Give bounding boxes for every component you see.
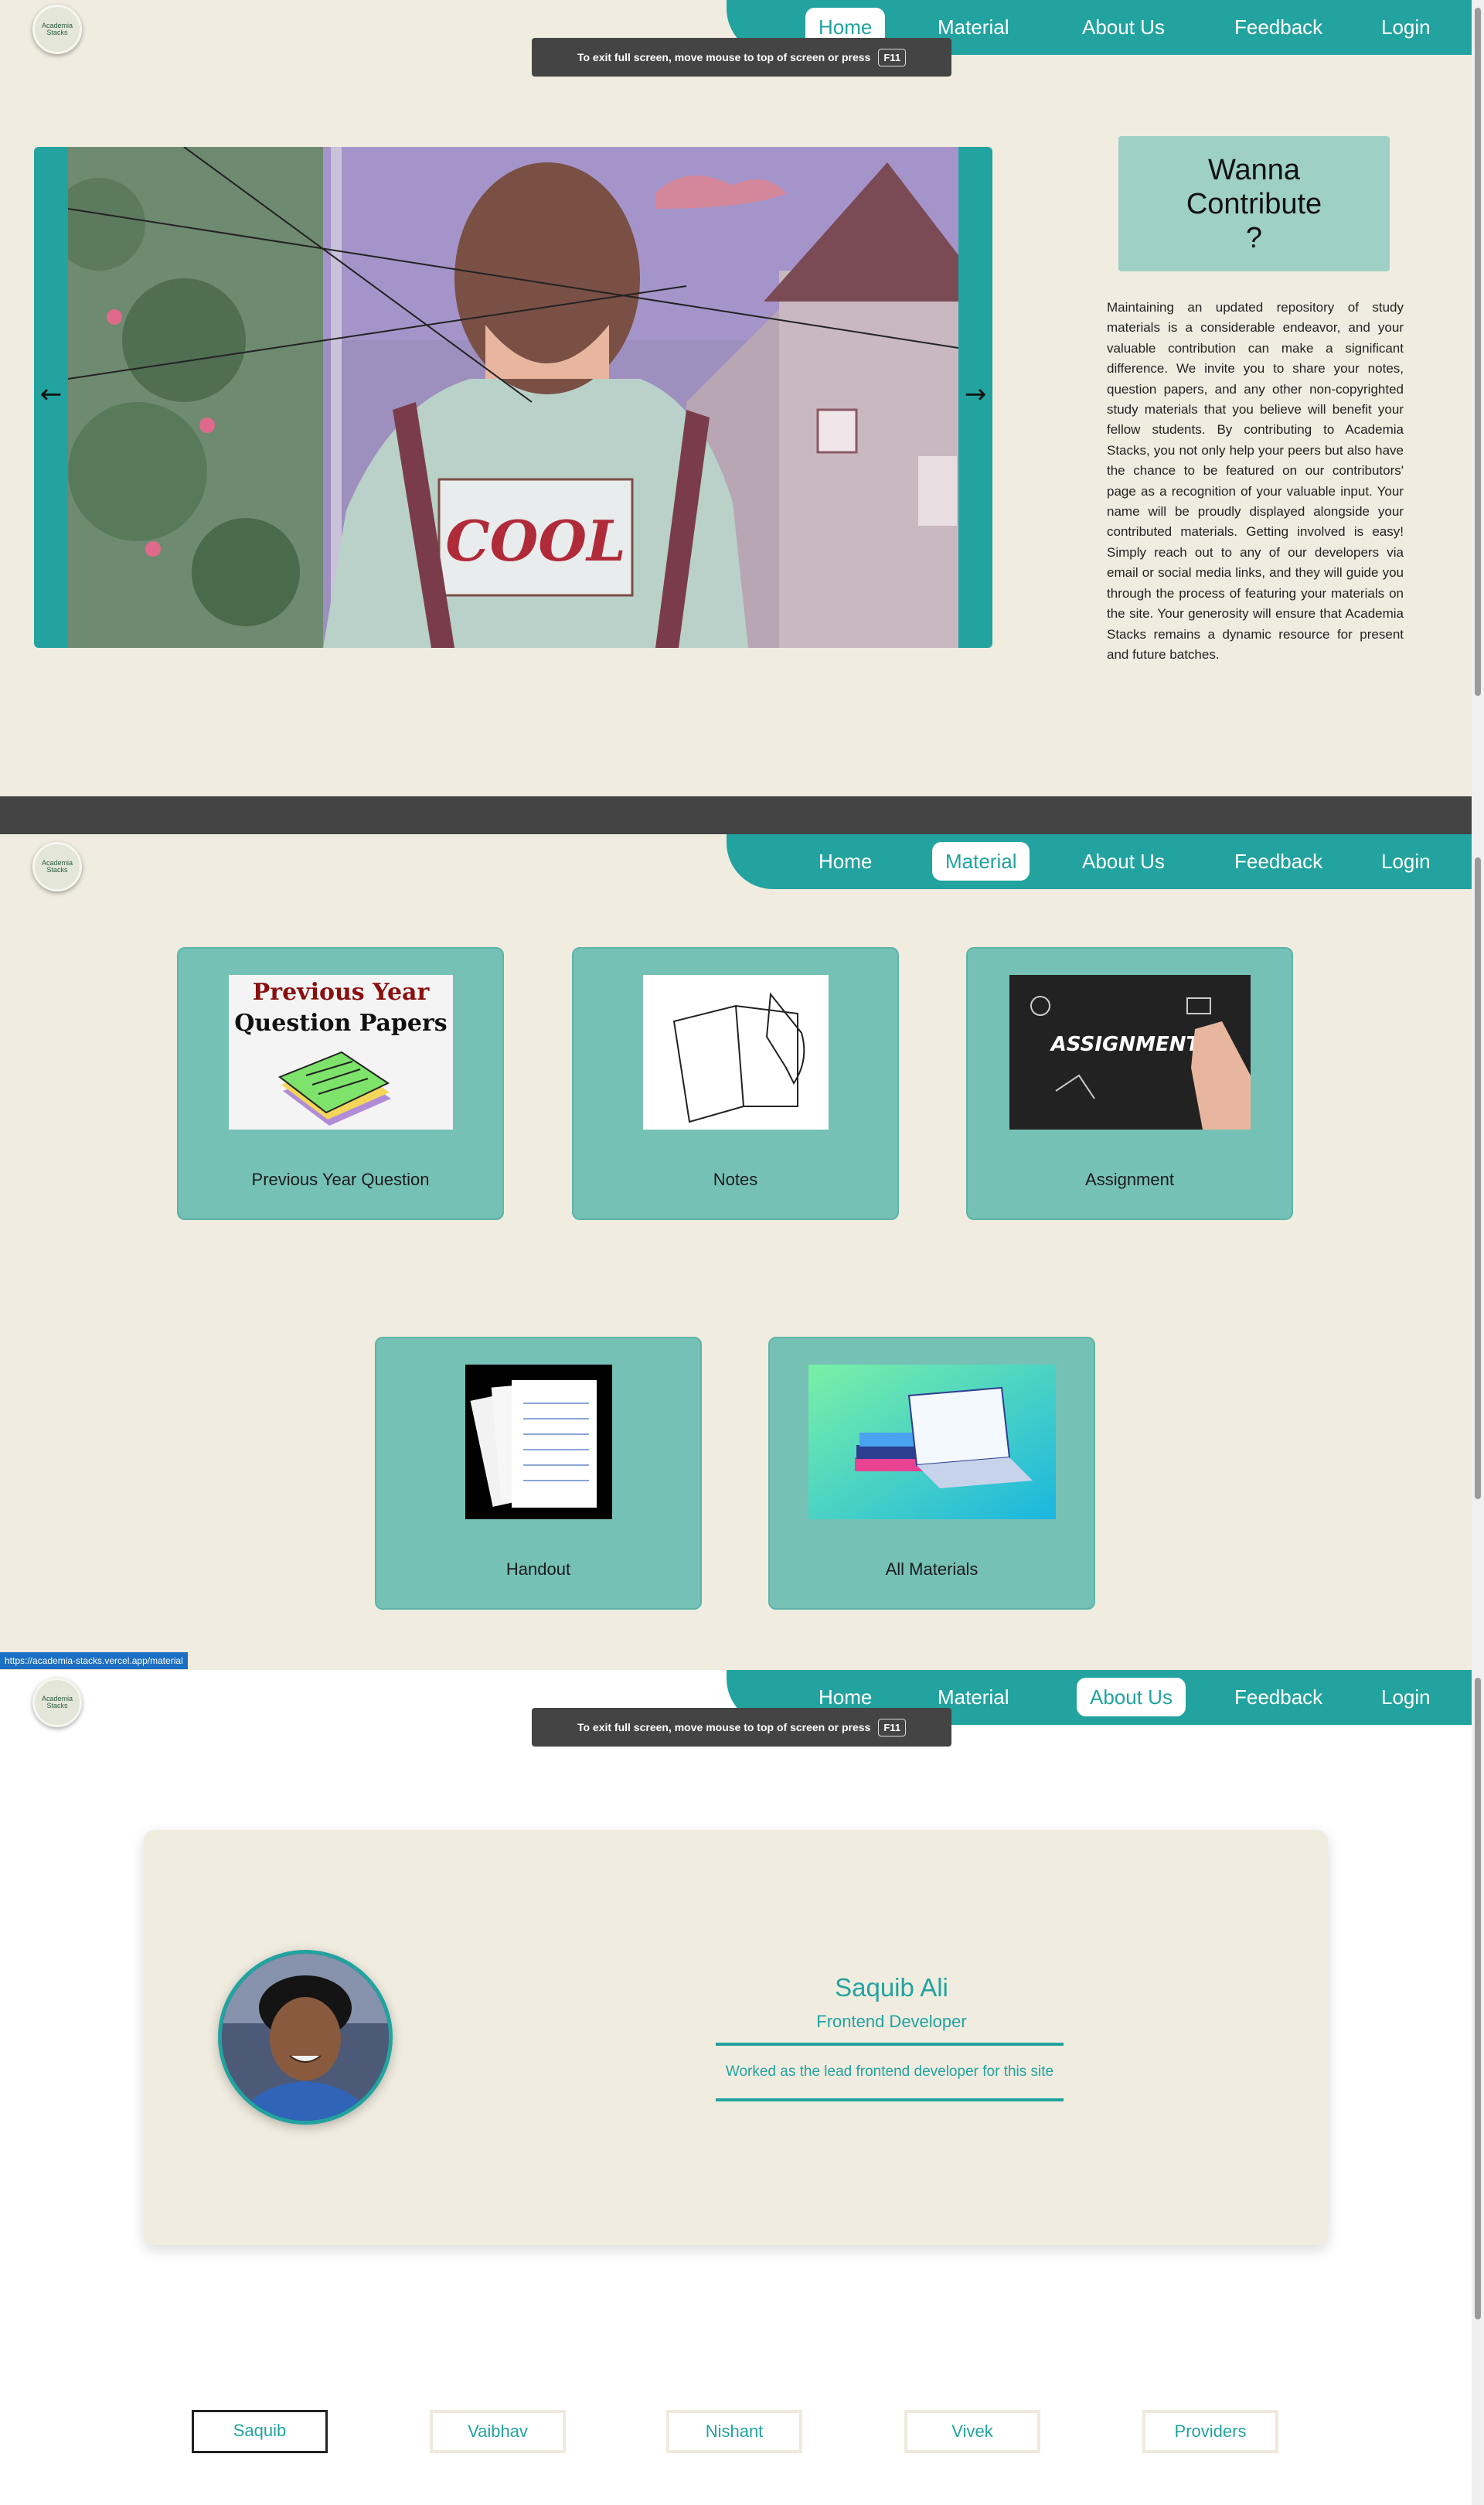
- member-avatar: [218, 1950, 393, 2125]
- contribute-description: Maintaining an updated repository of stu…: [1107, 300, 1404, 662]
- card-label: Assignment: [1085, 1170, 1174, 1189]
- material-screen: Academia Stacks Home Material About Us F…: [0, 834, 1472, 1670]
- all-materials-thumbnail: [808, 1365, 1056, 1519]
- carousel-slide-image: COOL: [68, 147, 958, 648]
- nav-feedback[interactable]: Feedback: [1221, 8, 1336, 46]
- assignment-thumbnail: ASSIGNMENT: [1009, 975, 1251, 1130]
- card-label: Notes: [713, 1170, 758, 1189]
- fullscreen-notice: To exit full screen, move mouse to top o…: [532, 1708, 951, 1747]
- contribute-heading-box: Wanna Contribute ?: [1118, 136, 1390, 271]
- team-member-card: Saquib Ali Frontend Developer Worked as …: [144, 1830, 1328, 2245]
- site-logo[interactable]: Academia Stacks: [32, 5, 82, 54]
- team-tab-saquib[interactable]: Saquib: [192, 2410, 328, 2453]
- site-logo[interactable]: Academia Stacks: [32, 842, 82, 891]
- nav-about-us[interactable]: About Us: [1077, 1678, 1186, 1716]
- pyq-thumb-line2: Question Papers: [234, 1010, 447, 1037]
- navbar: Home Material About Us Feedback Login: [727, 834, 1472, 889]
- carousel-prev-arrow-icon[interactable]: ←: [36, 379, 66, 410]
- scrollbar-about[interactable]: [1472, 1670, 1484, 2505]
- nav-about-us[interactable]: About Us: [1069, 8, 1178, 46]
- nav-material[interactable]: Material: [932, 842, 1030, 881]
- nav-feedback[interactable]: Feedback: [1221, 1678, 1336, 1716]
- material-card-all[interactable]: All Materials: [768, 1337, 1095, 1610]
- material-card-pyq[interactable]: Previous Year Question Papers Previous Y…: [177, 947, 504, 1220]
- f11-key: F11: [878, 48, 907, 66]
- card-label: Previous Year Question: [251, 1170, 430, 1189]
- card-label: All Materials: [885, 1559, 979, 1579]
- team-tab-vivek[interactable]: Vivek: [904, 2410, 1040, 2453]
- scroll-thumb[interactable]: [1475, 8, 1481, 696]
- pyq-thumbnail: Previous Year Question Papers: [228, 975, 453, 1130]
- nav-about-us[interactable]: About Us: [1069, 842, 1178, 881]
- nav-login[interactable]: Login: [1368, 1678, 1444, 1716]
- nav-home[interactable]: Home: [805, 842, 885, 881]
- site-logo[interactable]: Academia Stacks: [32, 1678, 82, 1727]
- screenshot-separator: [0, 796, 1472, 834]
- pyq-thumb-line1: Previous Year: [252, 979, 430, 1006]
- nav-login[interactable]: Login: [1368, 8, 1444, 46]
- slide-sign-text: COOL: [445, 508, 625, 574]
- nav-feedback[interactable]: Feedback: [1221, 842, 1336, 881]
- member-description: Worked as the lead frontend developer fo…: [716, 2043, 1064, 2101]
- about-screen: Academia Stacks Home Material About Us F…: [0, 1670, 1472, 2505]
- handout-thumbnail: [465, 1365, 612, 1519]
- nav-login[interactable]: Login: [1368, 842, 1444, 881]
- scroll-thumb[interactable]: [1475, 1678, 1481, 2319]
- member-role: Frontend Developer: [816, 2012, 967, 2031]
- team-tab-vaibhav[interactable]: Vaibhav: [430, 2410, 566, 2453]
- status-url-tooltip: https://academia-stacks.vercel.app/mater…: [0, 1652, 188, 1669]
- assignment-thumb-text: ASSIGNMENT: [1049, 1033, 1201, 1056]
- home-screen: Academia Stacks Home Material About Us F…: [0, 0, 1472, 796]
- carousel-next-arrow-icon[interactable]: →: [960, 379, 991, 410]
- f11-key: F11: [878, 1718, 907, 1736]
- contribute-title: Wanna Contribute ?: [1186, 153, 1322, 254]
- team-tab-providers[interactable]: Providers: [1142, 2410, 1278, 2453]
- team-tab-nishant[interactable]: Nishant: [666, 2410, 802, 2453]
- notes-thumbnail: [642, 975, 829, 1130]
- material-card-notes[interactable]: Notes: [572, 947, 899, 1220]
- member-name: Saquib Ali: [835, 1973, 948, 2002]
- material-card-handout[interactable]: Handout: [375, 1337, 702, 1610]
- scroll-thumb[interactable]: [1475, 857, 1481, 1499]
- material-card-assignment[interactable]: ASSIGNMENT Assignment: [966, 947, 1293, 1220]
- scrollbar-material[interactable]: [1472, 834, 1484, 1670]
- fullscreen-notice: To exit full screen, move mouse to top o…: [532, 38, 951, 77]
- card-label: Handout: [505, 1559, 571, 1579]
- image-carousel: COOL ← →: [34, 147, 992, 648]
- scrollbar-home[interactable]: [1472, 0, 1484, 834]
